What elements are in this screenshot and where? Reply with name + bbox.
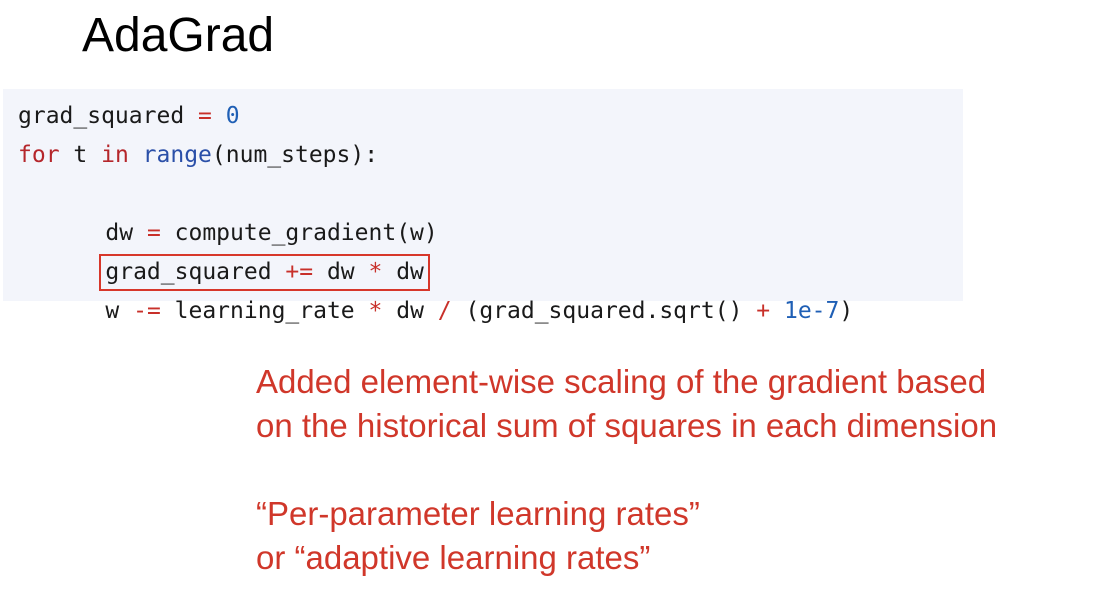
code-token-op: -=	[133, 298, 161, 324]
note-line-4: or “adaptive learning rates”	[256, 539, 651, 576]
code-token-plain: dw	[105, 220, 147, 246]
note-line-3: “Per-parameter learning rates”	[256, 495, 700, 532]
code-token-plain: (grad_squared.sqrt()	[451, 298, 757, 324]
code-token-op: =	[146, 220, 161, 246]
code-token-plain: grad_squared	[105, 259, 286, 285]
code-line-3-content: dw = compute_gradient(w)	[105, 220, 437, 246]
code-token-plain: t	[59, 142, 102, 168]
code-token-num: 0	[225, 103, 240, 129]
code-token-plain: compute_gradient(w)	[160, 220, 438, 246]
slide-title: AdaGrad	[82, 9, 275, 62]
code-token-plain: grad_squared	[18, 103, 199, 129]
code-line-2: for t in range(num_steps):	[18, 136, 963, 175]
code-token-fn: range	[142, 142, 212, 168]
code-token-op: =	[198, 103, 212, 129]
note-line-1: Added element-wise scaling of the gradie…	[256, 363, 987, 400]
code-line-3: dw = compute_gradient(w)	[18, 175, 963, 246]
code-token-kw: for	[18, 142, 60, 168]
note-line-2: on the historical sum of squares in each…	[256, 407, 998, 444]
annotation-note: Added element-wise scaling of the gradie…	[256, 360, 1116, 580]
code-token-op: /	[437, 298, 452, 324]
code-token-plain: dw	[313, 259, 369, 285]
code-token-plain: learning_rate	[160, 298, 369, 324]
code-token-op: *	[368, 298, 383, 324]
code-token-plain: )	[839, 298, 854, 324]
code-token-plain: (num_steps):	[211, 142, 379, 168]
code-token-op: +=	[285, 259, 314, 285]
code-token-op: +	[756, 298, 771, 324]
highlight-box: grad_squared += dw * dw	[99, 254, 430, 291]
code-token-plain: dw	[382, 259, 424, 285]
code-token-op: *	[368, 259, 383, 285]
code-token-plain: w	[105, 298, 134, 324]
code-line-1: grad_squared = 0	[18, 97, 963, 136]
code-block: grad_squared = 0 for t in range(num_step…	[3, 89, 963, 324]
code-token-plain: dw	[382, 298, 438, 324]
code-token-kw: in	[101, 142, 129, 168]
code-token-num: 1e-7	[783, 298, 840, 324]
note-spacer	[256, 448, 1116, 492]
code-line-5-content: w -= learning_rate * dw / (grad_squared.…	[105, 298, 853, 324]
